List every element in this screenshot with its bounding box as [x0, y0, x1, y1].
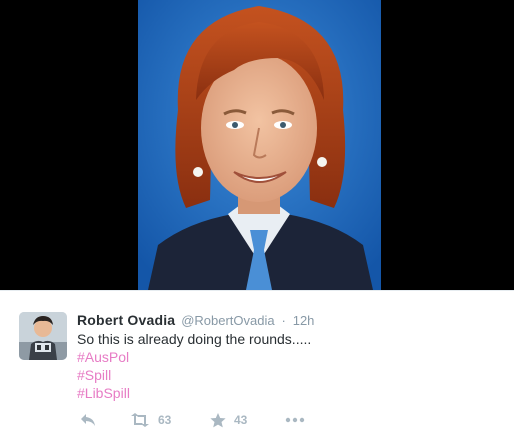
retweet-count: 63 — [158, 413, 172, 427]
hashtag-libspill[interactable]: #LibSpill — [77, 384, 311, 402]
tweet-media[interactable] — [0, 0, 514, 290]
tweet: Robert Ovadia @RobertOvadia · 12h So thi… — [0, 290, 514, 438]
retweet-icon — [131, 413, 149, 427]
tweet-text: So this is already doing the rounds.....… — [77, 330, 311, 402]
tweet-actions: 63 43 — [80, 411, 380, 429]
avatar-image — [19, 312, 67, 360]
tweet-header: Robert Ovadia @RobertOvadia · 12h — [77, 311, 314, 330]
media-photo[interactable] — [138, 0, 381, 290]
hashtag-auspol[interactable]: #AusPol — [77, 348, 311, 366]
timestamp[interactable]: 12h — [293, 313, 315, 328]
star-icon — [210, 412, 226, 427]
reply-button[interactable] — [80, 411, 96, 429]
screen-name[interactable]: @RobertOvadia — [181, 313, 274, 328]
more-dots-icon — [285, 417, 305, 423]
retweet-button[interactable]: 63 — [130, 411, 171, 429]
avatar[interactable] — [19, 312, 67, 360]
separator-dot: · — [281, 313, 286, 328]
reply-icon — [81, 414, 95, 426]
hashtag-spill[interactable]: #Spill — [77, 366, 311, 384]
favorite-button[interactable]: 43 — [210, 411, 247, 429]
tweet-body: So this is already doing the rounds..... — [77, 331, 312, 347]
display-name[interactable]: Robert Ovadia — [77, 312, 175, 328]
more-button[interactable] — [285, 411, 305, 429]
portrait-image — [138, 0, 381, 290]
favorite-count: 43 — [234, 413, 248, 427]
